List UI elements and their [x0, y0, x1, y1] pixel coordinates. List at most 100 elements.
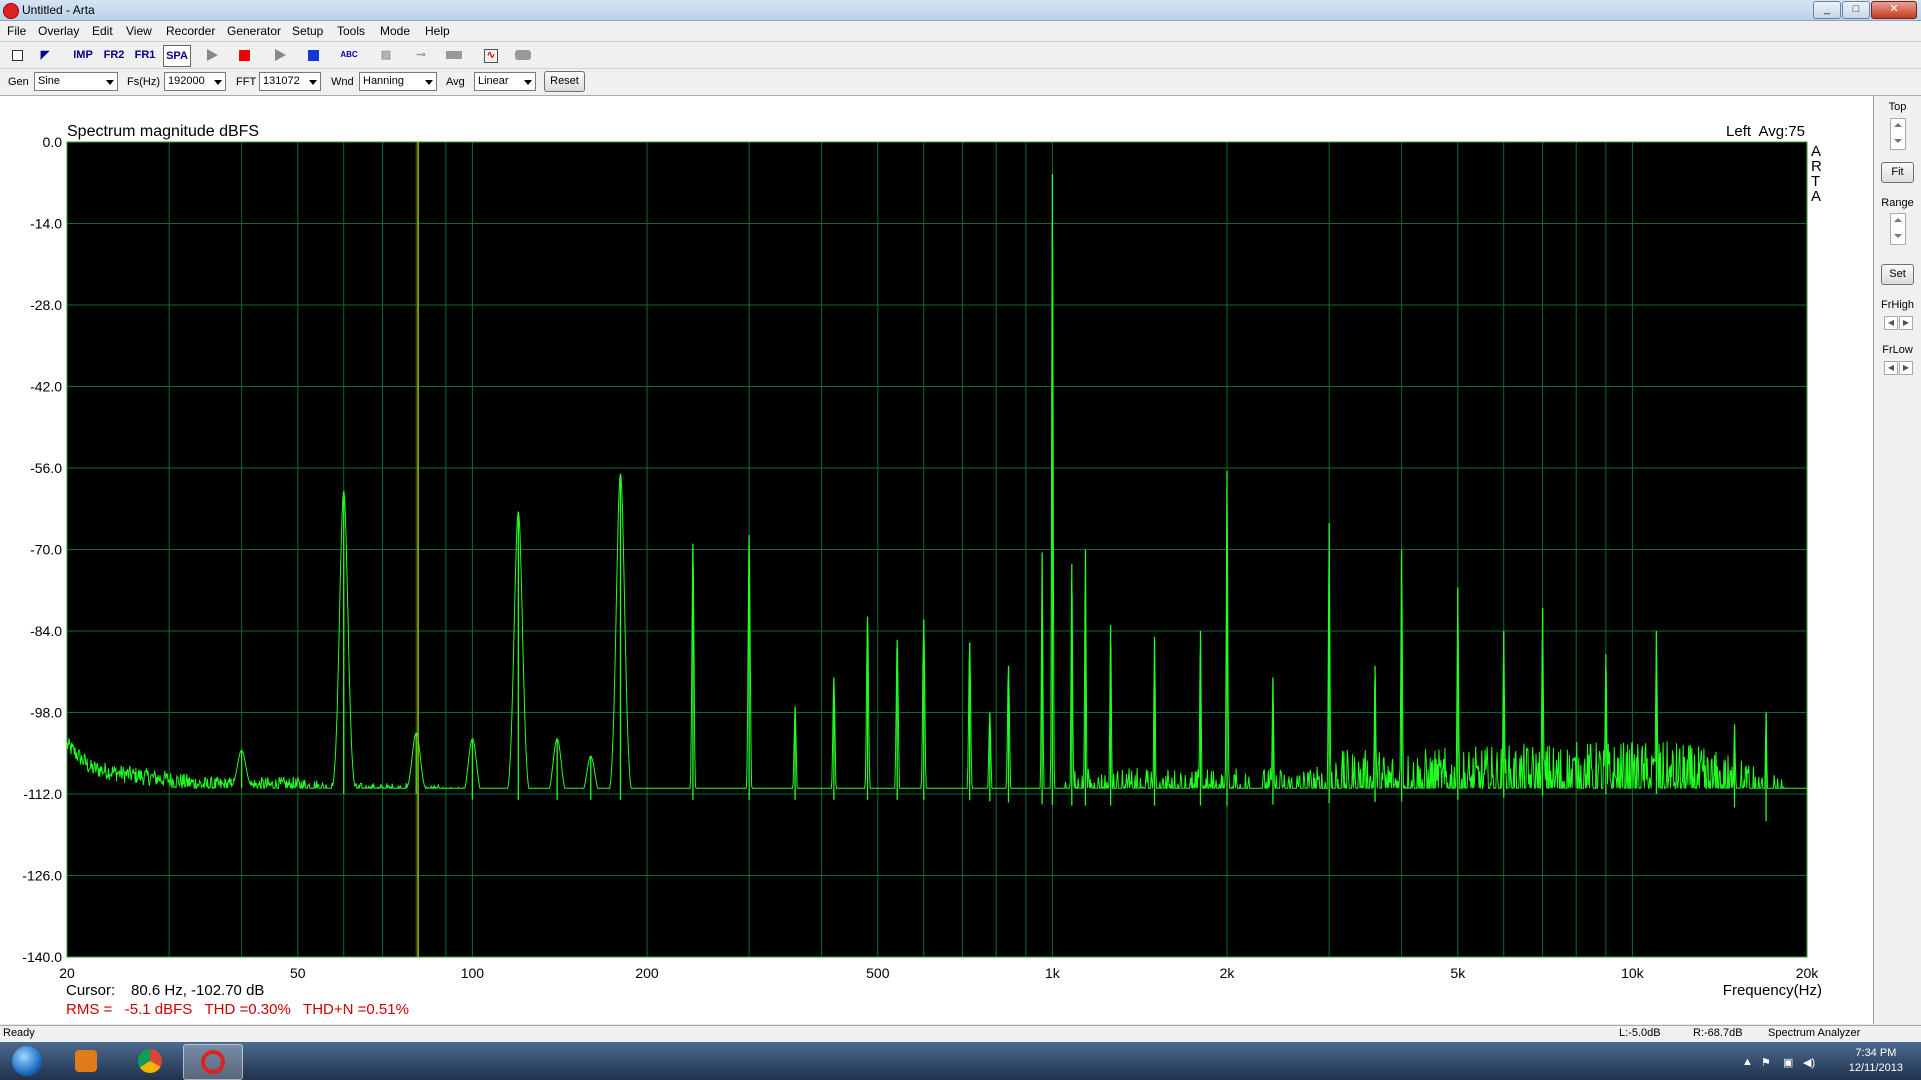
avg-label: Avg: [446, 76, 465, 88]
chart-title: Spectrum magnitude dBFS: [67, 123, 259, 140]
volume-icon[interactable]: ◀): [1803, 1056, 1815, 1069]
menu-setup[interactable]: Setup: [292, 24, 323, 38]
taskbar-clock[interactable]: 7:34 PM 12/11/2013: [1849, 1046, 1903, 1076]
frhigh-stepper[interactable]: ◀ ▶: [1884, 316, 1913, 330]
window-function-select[interactable]: Hanning: [359, 72, 437, 91]
x-tick-label: 2k: [1220, 965, 1236, 981]
overlay-button[interactable]: ▨: [375, 45, 397, 65]
left-arrow-icon[interactable]: ◀: [1884, 316, 1898, 330]
y-tick-label: -70.0: [30, 542, 62, 558]
y-tick-label: -126.0: [22, 868, 62, 884]
brand-letter-a2: A: [1811, 188, 1821, 205]
x-tick-labels: 20 50 100 200 500 1k 2k 5k 10k 20k: [59, 965, 1819, 981]
waveform-icon: ∿: [483, 49, 499, 63]
y-tick-label: -84.0: [30, 623, 62, 639]
sample-rate-select[interactable]: 192000: [164, 72, 226, 91]
taskbar-media-player[interactable]: [60, 1044, 112, 1078]
impulse-mode-button[interactable]: IMP: [70, 45, 96, 65]
arta-brand-mark: A R T A: [1811, 143, 1822, 205]
taskbar-arta[interactable]: [183, 1044, 243, 1080]
network-icon[interactable]: ▣: [1783, 1056, 1793, 1069]
top-label: Top: [1888, 101, 1907, 113]
hatch-icon: ▨: [380, 49, 392, 61]
stop-button[interactable]: [233, 45, 255, 65]
cursor-label: Cursor:: [66, 982, 115, 999]
spin-up-icon: [1894, 218, 1902, 222]
left-arrow-icon[interactable]: ◀: [1884, 361, 1898, 375]
frlow-stepper[interactable]: ◀ ▶: [1884, 361, 1913, 375]
averaging-select[interactable]: Linear: [474, 72, 536, 91]
start-button[interactable]: [2, 1044, 52, 1078]
menu-edit[interactable]: Edit: [92, 24, 113, 38]
range-spinner[interactable]: [1890, 213, 1906, 245]
menu-overlay[interactable]: Overlay: [38, 24, 79, 38]
menu-recorder[interactable]: Recorder: [166, 24, 215, 38]
y-tick-label: -56.0: [30, 460, 62, 476]
gen-label: Gen: [8, 76, 29, 88]
menu-tools[interactable]: Tools: [337, 24, 365, 38]
taskbar-chrome[interactable]: [124, 1044, 176, 1078]
y-tick-label: -28.0: [30, 297, 62, 313]
menu-bar: File Overlay Edit View Recorder Generato…: [0, 21, 1921, 42]
generator-stop-button[interactable]: [302, 45, 324, 65]
bar-icon: [446, 51, 462, 60]
generator-stop-icon: [307, 49, 319, 61]
menu-mode[interactable]: Mode: [380, 24, 410, 38]
stop-icon: [238, 49, 250, 61]
open-file-button[interactable]: ◤: [34, 45, 56, 65]
new-file-button[interactable]: [6, 45, 28, 65]
spin-down-icon: [1894, 234, 1902, 238]
cursor-tool-button[interactable]: ⊸: [410, 45, 432, 65]
y-tick-label: -140.0: [22, 949, 62, 965]
abc-button[interactable]: ABC: [336, 45, 362, 65]
rms-thd-readout: RMS = -5.1 dBFS THD =0.30% THD+N =0.51%: [66, 1001, 409, 1018]
play-button[interactable]: [201, 45, 223, 65]
set-button[interactable]: Set: [1881, 264, 1914, 285]
fft-size-select[interactable]: 131072: [259, 72, 321, 91]
menu-view[interactable]: View: [126, 24, 152, 38]
record-tool-button[interactable]: [512, 45, 534, 65]
x-tick-label: 1k: [1045, 965, 1061, 981]
fr2-mode-button[interactable]: FR2: [101, 45, 127, 65]
menu-generator[interactable]: Generator: [227, 24, 281, 38]
close-button[interactable]: ✕: [1871, 1, 1917, 19]
menu-file[interactable]: File: [7, 24, 26, 38]
spectrum-chart[interactable]: 0.0 -14.0 -28.0 -42.0 -56.0 -70.0 -84.0 -98.0 -1…: [0, 96, 1873, 1024]
x-tick-label: 10k: [1621, 965, 1645, 981]
media-player-icon: [75, 1050, 97, 1072]
status-mode: Spectrum Analyzer: [1768, 1027, 1861, 1039]
x-tick-label: 200: [635, 965, 659, 981]
top-spinner[interactable]: [1890, 118, 1906, 150]
right-arrow-icon[interactable]: ▶: [1899, 316, 1913, 330]
generator-play-button[interactable]: [269, 45, 291, 65]
y-tick-label: -42.0: [30, 379, 62, 395]
fft-size-value: 131072: [263, 75, 300, 87]
fft-label: FFT: [236, 76, 257, 88]
action-center-flag-icon[interactable]: ⚑: [1761, 1056, 1771, 1069]
clock-time: 7:34 PM: [1855, 1047, 1897, 1059]
tray-expand-icon[interactable]: ▲: [1742, 1056, 1753, 1068]
fs-label: Fs(Hz): [127, 76, 160, 88]
reset-button[interactable]: Reset: [544, 71, 585, 92]
generator-play-icon: [274, 49, 286, 62]
scale-panel: Top Fit Range Set FrHigh ◀ ▶ FrLow ◀ ▶: [1874, 96, 1921, 1024]
spa-mode-button[interactable]: SPA: [163, 45, 191, 67]
dropdown-arrow-icon: [425, 80, 433, 85]
arta-app-icon: [3, 3, 19, 19]
dropdown-arrow-icon: [524, 80, 532, 85]
plot-panel: 0.0 -14.0 -28.0 -42.0 -56.0 -70.0 -84.0 -98.0 -1…: [0, 96, 1874, 1024]
generator-select[interactable]: Sine: [34, 72, 118, 91]
x-tick-label: 5k: [1450, 965, 1466, 981]
y-tick-label: 0.0: [43, 134, 63, 150]
window-function-value: Hanning: [363, 75, 404, 87]
fit-button[interactable]: Fit: [1881, 162, 1914, 183]
fr1-mode-button[interactable]: FR1: [132, 45, 158, 65]
scope-button[interactable]: ∿: [480, 45, 502, 65]
dropdown-arrow-icon: [106, 80, 114, 85]
y-tick-label: -98.0: [30, 705, 62, 721]
menu-help[interactable]: Help: [425, 24, 450, 38]
bar-tool-button[interactable]: [443, 45, 465, 65]
right-arrow-icon[interactable]: ▶: [1899, 361, 1913, 375]
maximize-button[interactable]: □: [1842, 1, 1870, 19]
minimize-button[interactable]: _: [1813, 1, 1841, 19]
